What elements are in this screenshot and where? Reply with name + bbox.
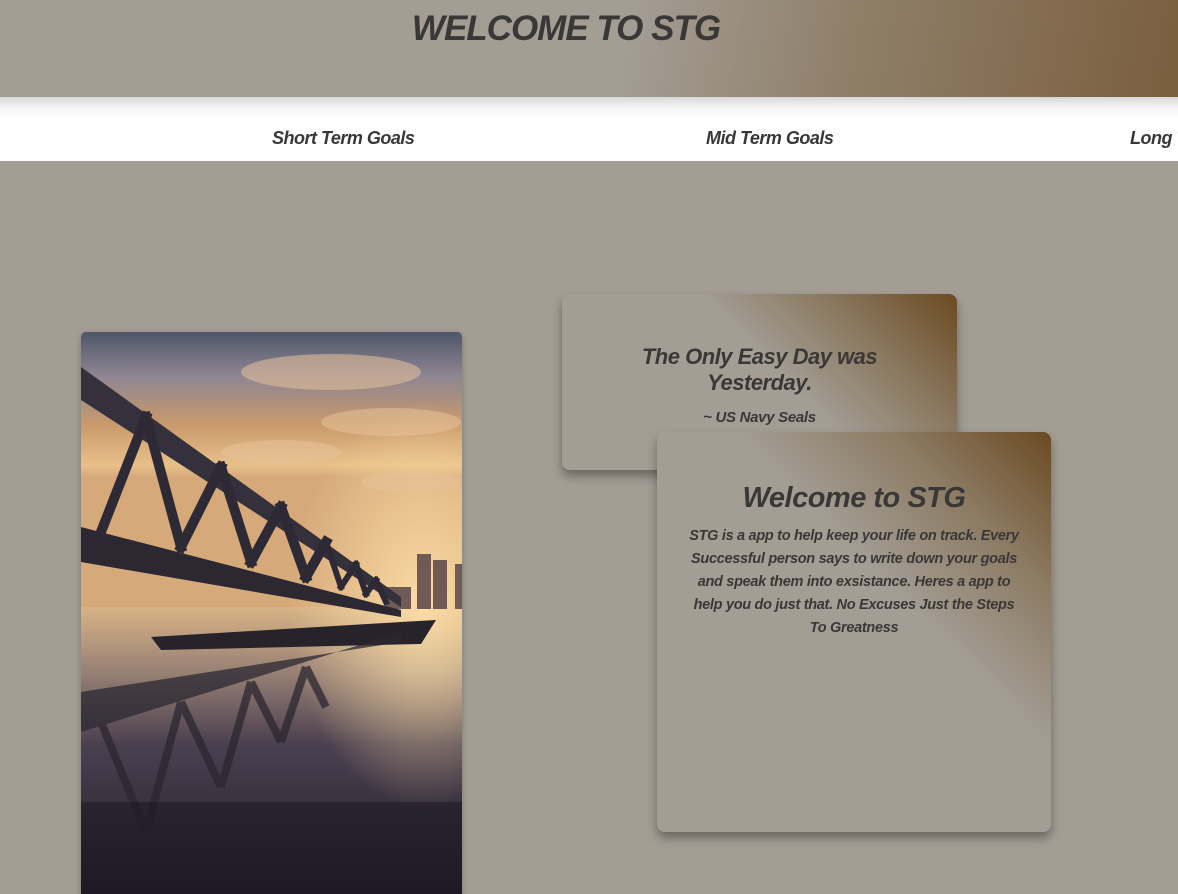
nav-link-long-term-goals[interactable]: Long T xyxy=(1130,128,1178,149)
photo-illustration xyxy=(81,332,462,894)
page: WELCOME TO STG Short Term Goals Mid Term… xyxy=(0,0,1178,894)
quote-author: ~ US Navy Seals xyxy=(703,409,816,426)
quote-text: The Only Easy Day was Yesterday. xyxy=(641,344,878,395)
welcome-title: Welcome to STG xyxy=(742,482,966,514)
page-title: WELCOME TO STG xyxy=(411,9,721,48)
nav-link-mid-term-goals[interactable]: Mid Term Goals xyxy=(706,128,834,149)
welcome-card: Welcome to STG STG is a app to help keep… xyxy=(657,432,1051,832)
welcome-description: STG is a app to help keep your life on t… xyxy=(689,528,1019,636)
main-nav: Short Term Goals Mid Term Goals Long T xyxy=(0,97,1178,161)
header-banner: WELCOME TO STG xyxy=(0,0,1178,97)
pier-bridge-sunset-image xyxy=(81,332,462,894)
nav-link-short-term-goals[interactable]: Short Term Goals xyxy=(272,128,415,149)
